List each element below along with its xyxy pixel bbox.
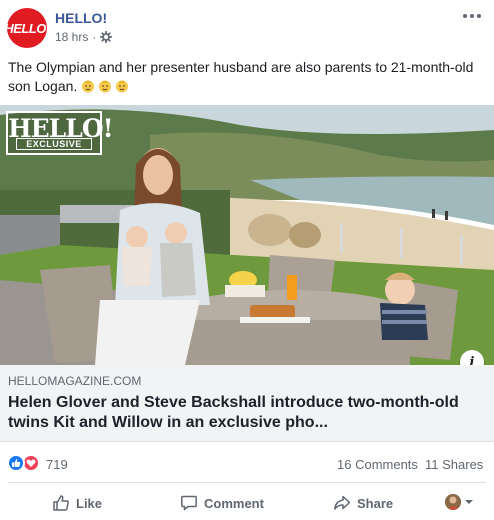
like-button[interactable]: Like [52,492,102,514]
chevron-down-icon [465,500,473,504]
post-header: HELLO! HELLO! 18 hrs · [0,0,494,52]
comment-icon [181,495,197,511]
share-button[interactable]: Share [333,492,393,514]
baby-face-emoji [99,80,112,93]
like-icon [53,495,69,511]
comments-count[interactable]: 16 Comments [337,457,418,472]
comment-label: Comment [204,495,264,511]
like-reaction-icon [7,454,25,472]
page-name-link[interactable]: HELLO! [55,10,107,26]
link-title[interactable]: Helen Glover and Steve Backshall introdu… [8,393,478,433]
like-label: Like [76,495,103,511]
divider [8,482,486,483]
audience-selector[interactable] [445,494,474,510]
page-avatar[interactable]: HELLO! [7,8,47,48]
hello-logo: HELLO! [7,20,47,36]
baby-face-emoji [116,80,129,93]
post-photo[interactable]: HELLO! EXCLUSIVE [0,105,494,365]
shares-count[interactable]: 11 Shares [425,457,483,472]
post-meta: 18 hrs · [55,30,113,44]
post-text: The Olympian and her presenter husband a… [8,58,488,96]
reaction-icons[interactable] [7,454,43,472]
badge-tag: EXCLUSIVE [16,138,92,150]
link-preview[interactable]: HELLOMAGAZINE.COM Helen Glover and Steve… [0,365,494,442]
baby-face-emoji [82,80,95,93]
more-options-icon[interactable] [460,8,484,24]
actions-bar: Like Comment Share [0,486,494,520]
user-avatar [445,494,461,510]
link-domain: HELLOMAGAZINE.COM [8,374,142,388]
hello-exclusive-badge: HELLO! EXCLUSIVE [6,111,114,155]
reaction-count[interactable]: 719 [46,457,68,472]
post-caption: The Olympian and her presenter husband a… [8,59,474,94]
share-label: Share [357,495,394,511]
comment-button[interactable]: Comment [180,492,264,514]
baby-emoji-group [81,78,132,94]
meta-separator: · [92,30,97,44]
post-timestamp[interactable]: 18 hrs [55,30,88,44]
reactions-bar: 719 16 Comments 11 Shares [0,448,494,478]
share-icon [334,495,351,510]
globe-settings-icon[interactable] [100,31,113,43]
